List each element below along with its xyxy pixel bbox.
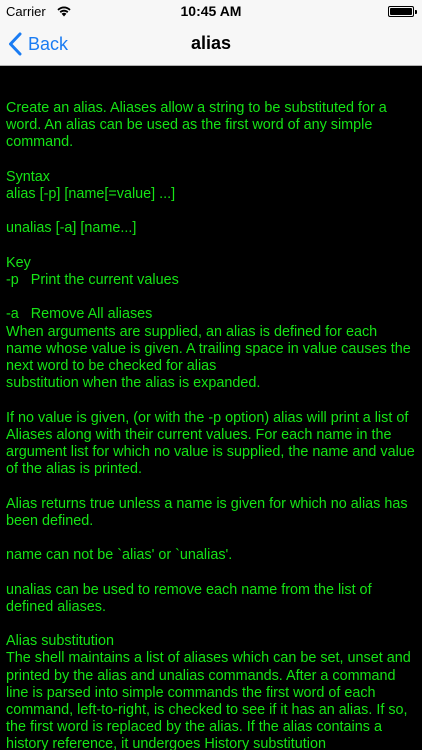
description-paragraph-4: name can not be `alias' or `unalias'.: [6, 547, 233, 564]
description-paragraph-1: When arguments are supplied, an alias is…: [6, 323, 411, 392]
substitution-text: The shell maintains a list of aliases wh…: [6, 650, 415, 750]
key-option-a: -a Remove All aliases: [6, 306, 153, 323]
syntax-alias: alias [-p] [name[=value] ...]: [6, 186, 176, 202]
description-paragraph-3: Alias returns true unless a name is give…: [6, 495, 412, 529]
navigation-bar: Back alias: [0, 22, 422, 66]
status-bar: Carrier 10:45 AM: [0, 0, 422, 22]
intro-text: Create an alias. Aliases allow a string …: [6, 100, 391, 151]
clock-time: 10:45 AM: [180, 3, 242, 19]
battery-icon: [388, 6, 417, 17]
syntax-heading: Syntax: [6, 168, 50, 185]
description-paragraph-2: If no value is given, (or with the -p op…: [6, 409, 419, 478]
key-option-p: -p Print the current values: [6, 271, 179, 288]
syntax-unalias: unalias [-a] [name...]: [6, 220, 137, 237]
man-page-content: Create an alias. Aliases allow a string …: [0, 66, 422, 750]
page-title: alias: [190, 33, 232, 53]
key-heading: Key: [6, 254, 31, 271]
description-paragraph-5: unalias can be used to remove each name …: [6, 581, 376, 615]
substitution-heading: Alias substitution: [6, 633, 114, 650]
